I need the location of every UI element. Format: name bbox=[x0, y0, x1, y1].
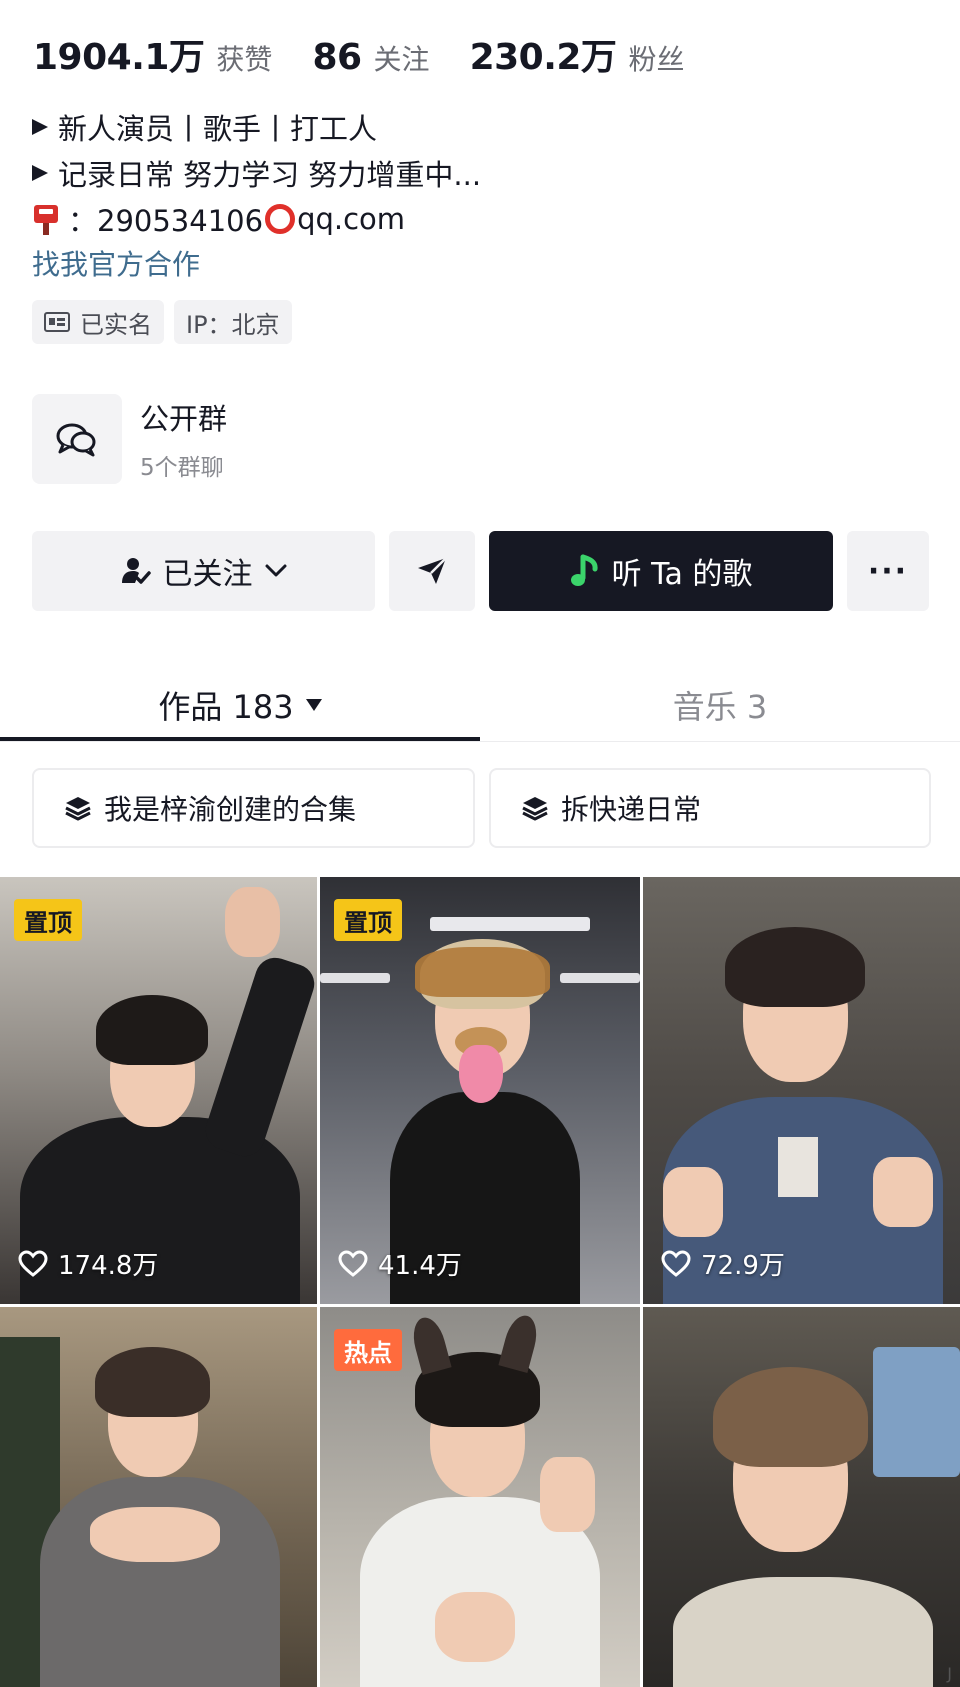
chevron-down-icon bbox=[265, 564, 286, 577]
id-card-icon bbox=[44, 312, 70, 332]
pinned-badge: 置顶 bbox=[334, 899, 402, 941]
listen-songs-label: 听 Ta 的歌 bbox=[611, 557, 753, 592]
pinned-badge: 置顶 bbox=[14, 899, 82, 941]
video-thumbnail[interactable]: 72.9万 bbox=[643, 877, 960, 1304]
content-tabs: 作品 183 音乐 3 bbox=[0, 670, 960, 740]
verified-label: 已实名 bbox=[80, 310, 152, 339]
video-thumbnail[interactable] bbox=[0, 1307, 317, 1687]
likes-count: 1904.1万 bbox=[33, 37, 205, 78]
contact-domain: qq.com bbox=[297, 202, 406, 236]
music-note-icon bbox=[570, 554, 598, 586]
like-count-text: 72.9万 bbox=[701, 1251, 785, 1281]
following-stat[interactable]: 86 关注 bbox=[312, 37, 429, 78]
video-photo bbox=[643, 1307, 960, 1687]
user-check-icon bbox=[121, 558, 151, 584]
public-group-entry[interactable]: 公开群 5个群聊 bbox=[32, 394, 227, 484]
tabs-divider bbox=[0, 741, 960, 742]
like-count: 72.9万 bbox=[661, 1245, 785, 1282]
following-count: 86 bbox=[312, 37, 362, 78]
bio-contact-line: ：290534106 qq.com bbox=[32, 196, 481, 242]
more-dots-icon: ··· bbox=[867, 553, 909, 589]
tab-works-label: 作品 183 bbox=[158, 688, 294, 726]
following-label: 关注 bbox=[373, 43, 430, 76]
likes-stat[interactable]: 1904.1万 获赞 bbox=[33, 28, 272, 80]
collections-row: 我是梓渝创建的合集 拆快递日常 bbox=[32, 768, 931, 848]
like-count: 174.8万 bbox=[18, 1245, 158, 1282]
listen-songs-button[interactable]: 听 Ta 的歌 bbox=[489, 531, 833, 611]
video-photo bbox=[320, 877, 640, 1304]
tab-music[interactable]: 音乐 3 bbox=[480, 670, 960, 740]
heart-icon bbox=[661, 1249, 691, 1277]
play-triangle-icon bbox=[32, 165, 48, 181]
heart-icon bbox=[338, 1249, 368, 1277]
profile-actions: 已关注 听 Ta 的歌 ··· bbox=[32, 531, 929, 611]
video-thumbnail[interactable]: J bbox=[643, 1307, 960, 1687]
paper-plane-icon bbox=[418, 557, 447, 584]
contact-number: ：290534106 bbox=[68, 204, 264, 238]
video-thumbnail[interactable]: 热点 bbox=[320, 1307, 640, 1687]
more-options-button[interactable]: ··· bbox=[847, 531, 929, 611]
bio-line-2-text: 记录日常 努力学习 努力增重中... bbox=[58, 158, 482, 192]
like-count-text: 41.4万 bbox=[378, 1251, 462, 1281]
likes-label: 获赞 bbox=[216, 43, 273, 76]
group-subtitle: 5个群聊 bbox=[140, 455, 224, 481]
collection-card[interactable]: 拆快递日常 bbox=[489, 768, 931, 848]
hot-badge: 热点 bbox=[334, 1329, 402, 1371]
official-cooperation-link[interactable]: 找我官方合作 bbox=[32, 242, 481, 288]
profile-tags: 已实名 IP：北京 bbox=[32, 300, 481, 344]
video-thumbnail[interactable]: 置顶 41.4万 bbox=[320, 877, 640, 1304]
collection-title: 拆快递日常 bbox=[561, 793, 702, 826]
group-title: 公开群 bbox=[140, 402, 228, 436]
ip-label: IP：北京 bbox=[186, 310, 280, 339]
followers-label: 粉丝 bbox=[628, 43, 685, 76]
send-message-button[interactable] bbox=[389, 531, 475, 611]
verified-tag: 已实名 bbox=[32, 300, 164, 344]
chat-bubbles-icon bbox=[32, 394, 122, 484]
profile-stats: 1904.1万 获赞 86 关注 230.2万 粉丝 bbox=[33, 28, 724, 80]
collection-title: 我是梓渝创建的合集 bbox=[104, 793, 357, 826]
tab-works[interactable]: 作品 183 bbox=[0, 670, 480, 740]
red-circle-icon bbox=[265, 204, 296, 234]
layers-icon bbox=[522, 797, 548, 821]
caret-down-icon bbox=[305, 699, 322, 711]
followed-label: 已关注 bbox=[162, 557, 253, 592]
followed-button[interactable]: 已关注 bbox=[32, 531, 375, 611]
profile-bio: 新人演员丨歌手丨打工人 记录日常 努力学习 努力增重中... ：29053410… bbox=[32, 104, 481, 344]
followers-stat[interactable]: 230.2万 粉丝 bbox=[470, 28, 685, 80]
video-photo bbox=[0, 877, 317, 1304]
play-triangle-icon bbox=[32, 119, 48, 135]
video-photo bbox=[0, 1307, 317, 1687]
collection-card[interactable]: 我是梓渝创建的合集 bbox=[32, 768, 475, 848]
layers-icon bbox=[65, 797, 91, 821]
tab-music-label: 音乐 3 bbox=[672, 688, 768, 726]
heart-icon bbox=[18, 1249, 48, 1277]
video-thumbnail[interactable]: 置顶 174.8万 bbox=[0, 877, 317, 1304]
ip-tag: IP：北京 bbox=[174, 300, 292, 344]
bio-line-2: 记录日常 努力学习 努力增重中... bbox=[32, 150, 481, 196]
followers-count: 230.2万 bbox=[469, 37, 617, 78]
like-count: 41.4万 bbox=[338, 1245, 462, 1282]
video-photo bbox=[643, 877, 960, 1304]
bio-line-1-text: 新人演员丨歌手丨打工人 bbox=[58, 112, 378, 146]
corner-mark-icon: J bbox=[947, 1664, 952, 1683]
bio-line-1: 新人演员丨歌手丨打工人 bbox=[32, 104, 481, 150]
mailbox-icon bbox=[32, 203, 60, 235]
like-count-text: 174.8万 bbox=[58, 1251, 159, 1281]
